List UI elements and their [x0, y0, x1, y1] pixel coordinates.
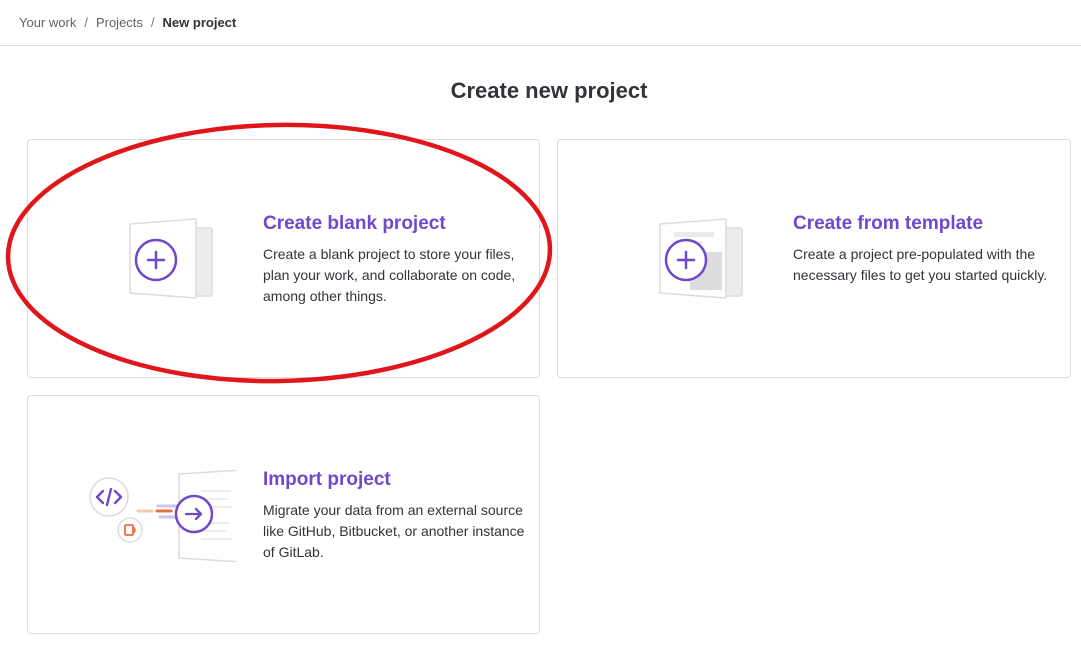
plus-icon — [134, 238, 178, 282]
breadcrumb-separator: / — [150, 15, 155, 30]
card-title[interactable]: Create blank project — [263, 213, 538, 235]
blank-project-illustration — [129, 218, 213, 299]
page-title: Create new project — [450, 78, 648, 103]
breadcrumb-separator: / — [84, 15, 88, 30]
gitlab-mug-icon — [117, 517, 143, 543]
card-description: Create a project pre-populated with the … — [793, 246, 1048, 283]
template-project-illustration — [659, 218, 743, 299]
card-title[interactable]: Create from template — [793, 213, 1068, 235]
arrow-right-icon — [174, 494, 214, 534]
create-blank-project-card[interactable]: Create blank project Create a blank proj… — [27, 139, 540, 378]
breadcrumb: Your work / Projects / New project — [19, 15, 236, 30]
top-bar: Your work / Projects / New project — [0, 0, 1081, 46]
card-title[interactable]: Import project — [263, 469, 538, 491]
card-description: Create a blank project to store your fil… — [263, 246, 516, 304]
import-project-illustration — [89, 469, 236, 563]
card-description: Migrate your data from an external sourc… — [263, 502, 525, 560]
code-icon — [89, 477, 129, 517]
create-from-template-card[interactable]: Create from template Create a project pr… — [557, 139, 1071, 378]
breadcrumb-projects[interactable]: Projects — [96, 15, 143, 30]
breadcrumb-new-project: New project — [162, 15, 237, 30]
breadcrumb-your-work[interactable]: Your work — [19, 15, 76, 30]
import-project-card[interactable]: Import project Migrate your data from an… — [27, 395, 540, 634]
plus-icon — [664, 238, 708, 282]
